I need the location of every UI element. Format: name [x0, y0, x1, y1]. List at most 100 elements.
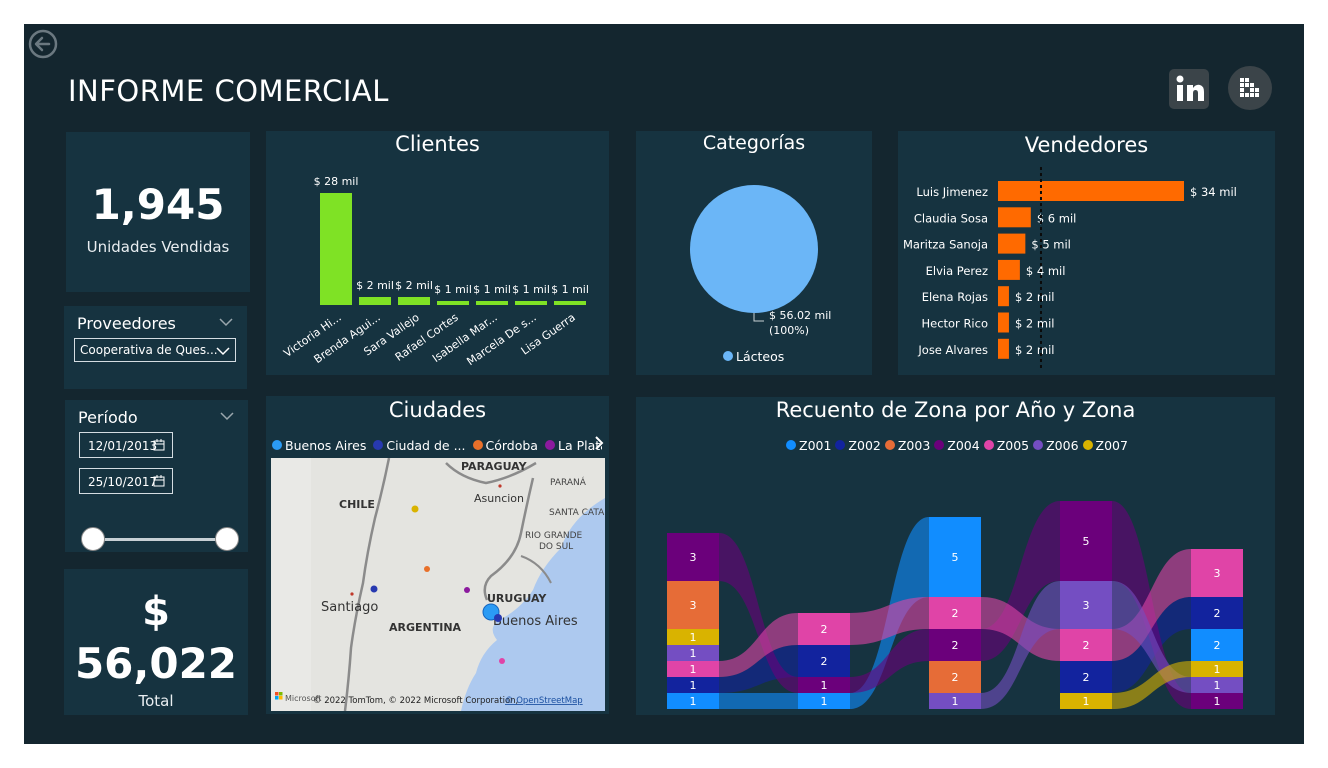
vendedores-name: Maritza Sanoja	[903, 238, 988, 252]
zona-segment-label: 1	[952, 695, 959, 708]
legend-dot	[472, 440, 483, 450]
total-label: Total	[138, 692, 174, 710]
clientes-bar-label: $ 2 mil	[395, 279, 433, 292]
back-arrow-icon	[28, 29, 58, 59]
pie-leader-line	[753, 313, 764, 322]
zona-segment-label: 1	[1083, 695, 1090, 708]
pie-legend-label[interactable]: Lácteos	[736, 349, 784, 364]
vendedores-name: Elvia Perez	[926, 264, 988, 278]
ribbon-Z001[interactable]	[719, 693, 798, 709]
vendedores-bar[interactable]	[998, 286, 1009, 307]
periodo-slicer: Período 12/01/2013 25/10/2017	[65, 400, 248, 552]
proveedores-dropdown[interactable]: Cooperativa de Ques...	[74, 338, 236, 362]
chevron-down-icon[interactable]	[219, 315, 233, 329]
end-date-input[interactable]: 25/10/2017	[79, 468, 173, 494]
clientes-bar-label: $ 1 mil	[551, 283, 589, 296]
map-point-north[interactable]	[411, 505, 419, 513]
clientes-axis-label: Brenda Agui...	[312, 311, 383, 366]
slider-handle-start[interactable]	[81, 527, 105, 551]
clientes-bar[interactable]	[515, 301, 547, 305]
zona-segment-label: 2	[1214, 639, 1221, 652]
pie-slice-lacteos[interactable]	[690, 185, 818, 313]
map-land-south	[271, 458, 311, 711]
ciudades-legend: Buenos AiresCiudad de ...CórdobaLa Plata	[272, 435, 602, 454]
clientes-bar[interactable]	[359, 297, 391, 305]
chevron-down-icon[interactable]	[220, 409, 234, 423]
vendedores-bar[interactable]	[998, 181, 1184, 201]
linkedin-icon	[1176, 75, 1204, 101]
vendedores-bar-label: $ 2 mil	[1015, 290, 1055, 304]
clientes-bar[interactable]	[554, 301, 586, 305]
zona-segment-label: 1	[1214, 695, 1221, 708]
zona-segment-label: 2	[821, 655, 828, 668]
periodo-title: Período	[78, 408, 138, 427]
map-point-la-plata[interactable]	[464, 587, 470, 593]
vendedores-card: Vendedores Luis Jimenez $ 34 mil Claudia S…	[898, 131, 1275, 375]
zona-segment-label: 2	[952, 639, 959, 652]
legend-next-icon[interactable]	[594, 436, 604, 450]
map-label-asuncion: Asuncion	[474, 492, 524, 505]
ciudades-map[interactable]: PARAGUAY Asuncion PARANÁ CHILE SANTA CAT…	[271, 458, 605, 711]
map-attribution-link[interactable]: © OpenStreetMap	[505, 696, 583, 706]
zona-segment-label: 1	[690, 663, 697, 676]
report-title: INFORME COMERCIAL	[68, 74, 389, 108]
zona-segment-label: 1	[690, 631, 697, 644]
vendedores-name: Claudia Sosa	[914, 211, 988, 225]
units-sold-value: 1,945	[91, 180, 225, 229]
vendedores-bar[interactable]	[998, 233, 1026, 254]
map-point-asuncion	[498, 484, 502, 488]
start-date-input[interactable]: 12/01/2013	[79, 432, 173, 458]
ciudades-legend-item[interactable]: Córdoba	[472, 438, 538, 453]
start-date-value: 12/01/2013	[88, 439, 158, 453]
calendar-icon[interactable]	[153, 475, 165, 487]
zona-segment-label: 1	[821, 679, 828, 692]
ciudades-title: Ciudades	[388, 398, 487, 422]
clientes-bar[interactable]	[437, 301, 469, 305]
vendedores-bar[interactable]	[998, 207, 1031, 228]
zona-segment-label: 2	[1083, 639, 1090, 652]
date-range-slider[interactable]	[93, 538, 227, 541]
proveedores-selected: Cooperativa de Ques...	[80, 343, 218, 357]
zona-segment-label: 5	[1083, 535, 1090, 548]
back-button[interactable]	[28, 29, 58, 59]
vendedores-bar-label: $ 34 mil	[1190, 185, 1237, 199]
legend-dot	[373, 440, 384, 450]
vendedores-bar-label: $ 4 mil	[1026, 264, 1066, 278]
brand-logo-button[interactable]	[1228, 66, 1272, 110]
linkedin-button[interactable]	[1169, 69, 1209, 109]
clientes-bar-label: $ 1 mil	[473, 283, 511, 296]
map-point-west[interactable]	[370, 585, 378, 593]
grid-logo-icon	[1240, 78, 1259, 97]
zona-segment-label: 2	[1083, 671, 1090, 684]
map-point-ciudad[interactable]	[494, 614, 502, 622]
map-label-argentina: ARGENTINA	[389, 621, 462, 634]
vendedores-name: Hector Rico	[921, 317, 988, 331]
units-sold-label: Unidades Vendidas	[86, 238, 230, 256]
vendedores-bar[interactable]	[998, 338, 1009, 359]
vendedores-bar[interactable]	[998, 259, 1020, 280]
vendedores-bar[interactable]	[998, 312, 1009, 333]
calendar-icon[interactable]	[153, 439, 165, 451]
vendedores-bar-label: $ 6 mil	[1037, 211, 1077, 225]
ciudades-legend-item[interactable]: Ciudad de ...	[373, 438, 466, 453]
legend-dot	[544, 440, 555, 450]
map-point-cordoba[interactable]	[424, 566, 430, 572]
map-label-buenos-aires: Buenos Aires	[493, 614, 578, 629]
slider-handle-end[interactable]	[215, 527, 239, 551]
clientes-bar-label: $ 28 mil	[314, 175, 359, 188]
zona-segment-label: 2	[821, 623, 828, 636]
zona-segment-label: 1	[1214, 679, 1221, 692]
zonas-card: Recuento de Zona por Año y Zona Z001 Z002…	[636, 397, 1275, 715]
report-canvas: INFORME COMERCIAL 1,945 Unidades Vendida…	[24, 24, 1304, 744]
dropdown-chevron-icon	[216, 347, 230, 356]
ciudades-legend-item[interactable]: Buenos Aires	[272, 438, 366, 453]
zona-segment-label: 2	[1214, 607, 1221, 620]
clientes-bar[interactable]	[320, 193, 352, 305]
zona-segment-label: 1	[821, 695, 828, 708]
map-point-south[interactable]	[499, 658, 505, 664]
clientes-bar[interactable]	[398, 297, 430, 305]
map-label-santa-cat: SANTA CATA	[549, 508, 605, 518]
clientes-bar[interactable]	[476, 301, 508, 305]
vendedores-name: Jose Alvares	[917, 343, 988, 357]
zona-segment-label: 3	[690, 551, 697, 564]
